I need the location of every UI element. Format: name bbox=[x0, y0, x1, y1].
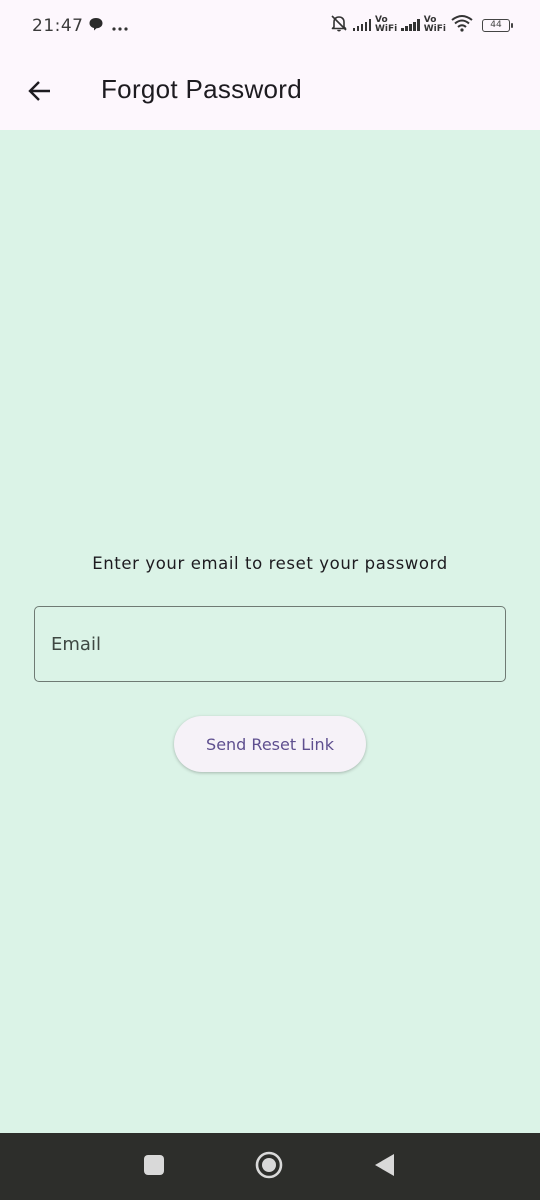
email-field[interactable] bbox=[34, 606, 506, 682]
forgot-password-screen: 21:47 Vo WiFi Vo WiFi 44 Forgot Password… bbox=[0, 0, 540, 1200]
chat-bubble-icon bbox=[88, 16, 104, 36]
notification-icons bbox=[88, 16, 128, 36]
status-bar: 21:47 Vo WiFi Vo WiFi 44 bbox=[0, 0, 540, 56]
status-time: 21:47 bbox=[32, 16, 84, 36]
page-title: Forgot Password bbox=[101, 74, 303, 104]
send-reset-link-button[interactable]: Send Reset Link bbox=[174, 716, 366, 772]
triangle-back-icon bbox=[372, 1153, 396, 1181]
instruction-text: Enter your email to reset your password bbox=[92, 554, 448, 573]
system-navigation-bar bbox=[0, 1133, 540, 1200]
arrow-back-icon bbox=[27, 78, 53, 108]
back-nav-button[interactable] bbox=[370, 1153, 398, 1181]
battery-icon: 44 bbox=[482, 18, 513, 32]
more-dots-icon bbox=[112, 17, 128, 36]
vowifi-bottom-label: WiFi bbox=[375, 24, 398, 34]
vowifi-bottom-label: WiFi bbox=[423, 24, 446, 34]
wifi-icon bbox=[450, 14, 474, 36]
app-bar: Forgot Password bbox=[0, 56, 540, 130]
home-button[interactable] bbox=[255, 1151, 283, 1183]
signal-icon-1 bbox=[352, 19, 371, 31]
recents-button[interactable] bbox=[140, 1153, 168, 1181]
vowifi-badge-2: Vo WiFi bbox=[424, 16, 446, 34]
home-circle-icon bbox=[255, 1151, 283, 1183]
square-icon bbox=[143, 1154, 165, 1180]
system-status-icons: Vo WiFi Vo WiFi 44 bbox=[329, 13, 513, 37]
signal-icon-2 bbox=[401, 19, 420, 31]
bell-muted-icon bbox=[329, 13, 349, 37]
vowifi-badge-1: Vo WiFi bbox=[375, 16, 397, 34]
back-button[interactable] bbox=[20, 73, 60, 113]
